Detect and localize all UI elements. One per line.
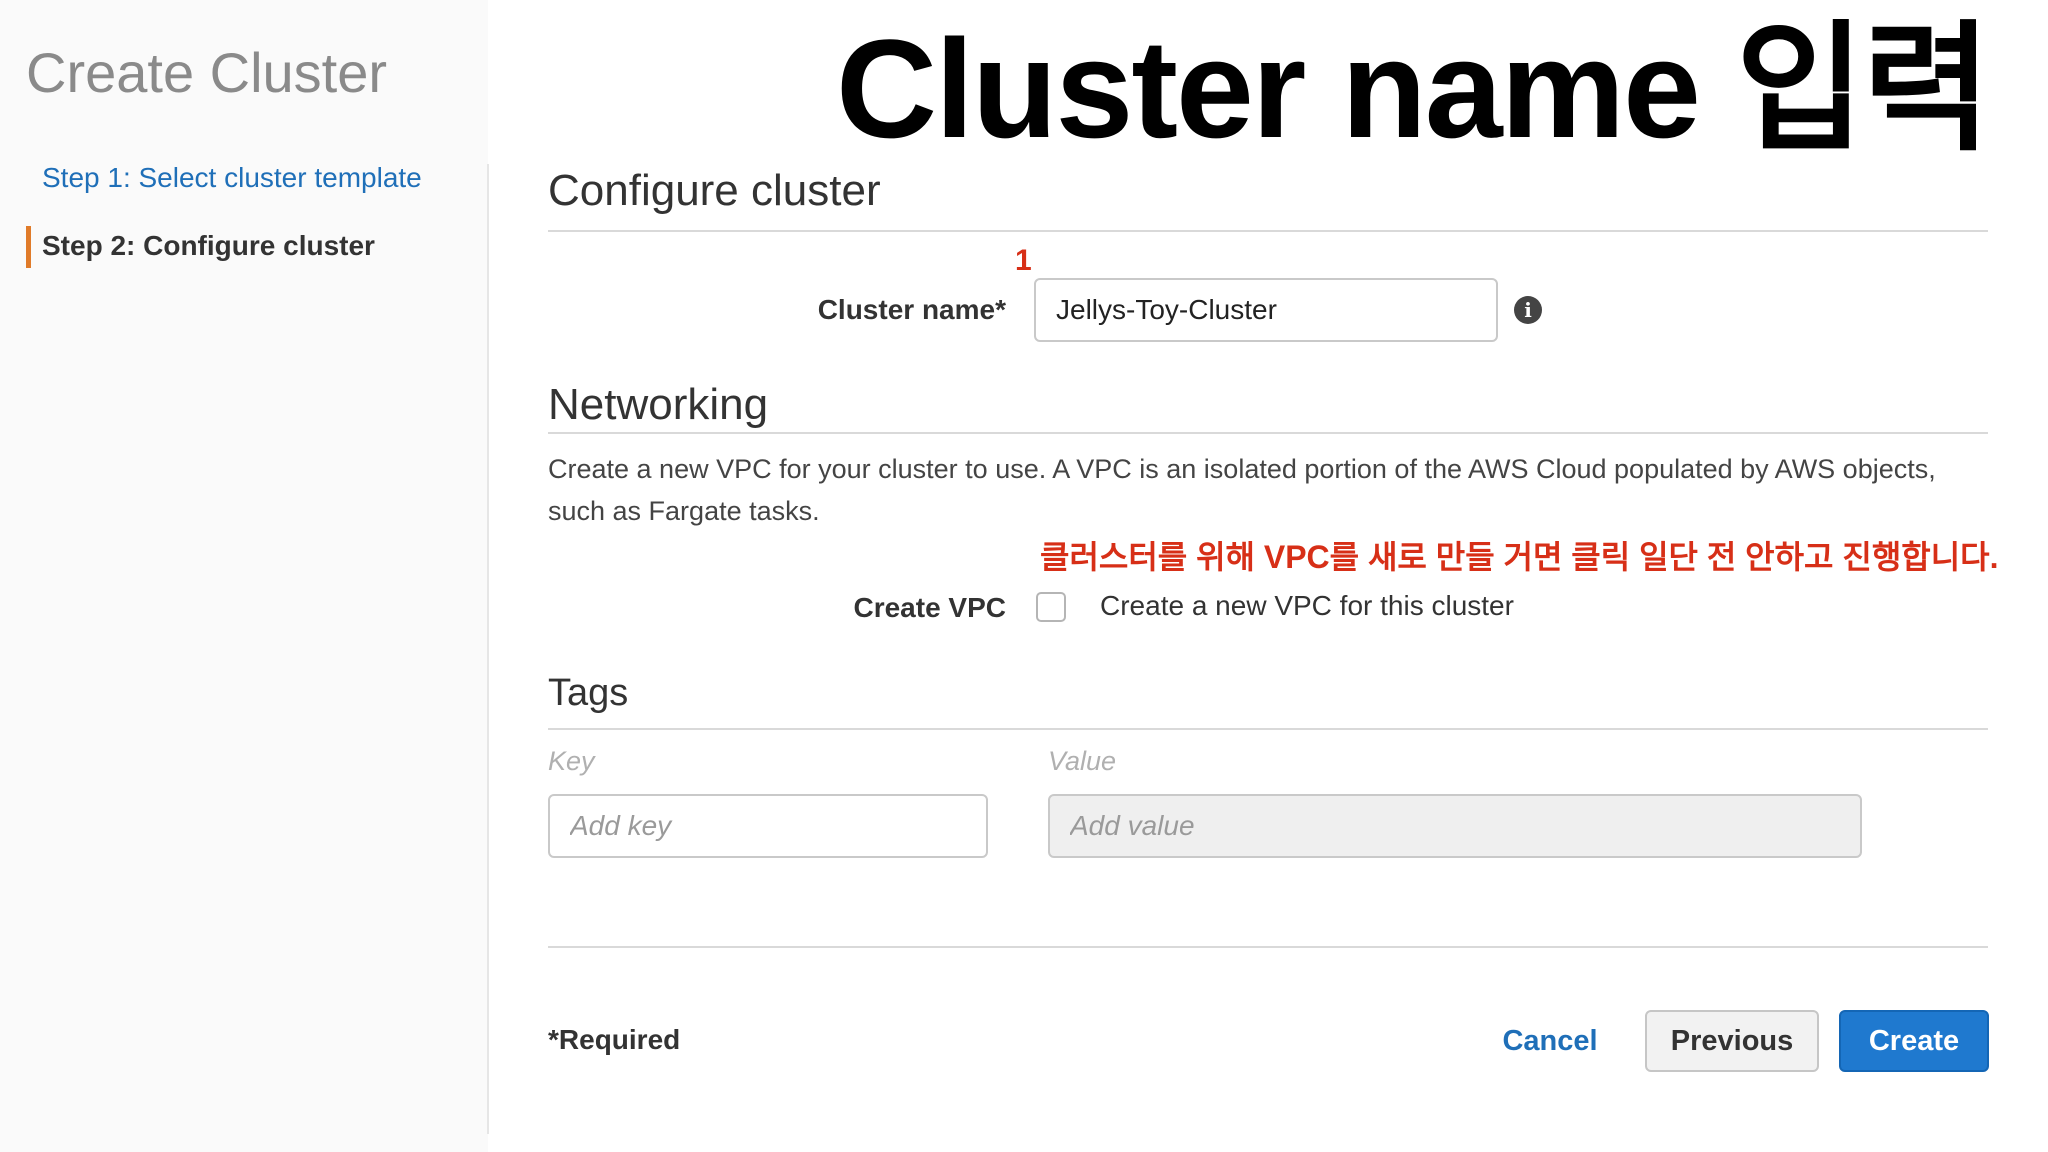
footer-divider: [548, 946, 1988, 948]
tags-heading: Tags: [548, 672, 629, 714]
annotation-number: 1: [1015, 244, 1032, 277]
tags-value-header: Value: [1048, 746, 1117, 776]
networking-description: Create a new VPC for your cluster to use…: [548, 454, 1936, 526]
active-step-marker: [26, 226, 31, 268]
section-divider: [548, 728, 1988, 730]
create-vpc-checkbox[interactable]: [1036, 592, 1066, 622]
annotation-note: 클러스터를 위해 VPC를 새로 만들 거면 클릭 일단 전 안하고 진행합니다…: [1040, 539, 1999, 575]
info-icon[interactable]: i: [1514, 296, 1542, 324]
tags-key-header: Key: [548, 746, 595, 776]
tag-key-input[interactable]: [548, 794, 988, 858]
previous-button[interactable]: Previous: [1645, 1010, 1819, 1072]
sidebar-step-1[interactable]: Step 1: Select cluster template: [42, 162, 422, 194]
sidebar-step-2: Step 2: Configure cluster: [42, 230, 375, 261]
cluster-name-input[interactable]: [1034, 278, 1498, 342]
configure-cluster-heading: Configure cluster: [548, 166, 881, 215]
cluster-name-label: Cluster name*: [817, 294, 1006, 325]
section-divider: [548, 432, 1988, 434]
tag-value-input[interactable]: [1048, 794, 1862, 858]
create-vpc-checkbox-label[interactable]: Create a new VPC for this cluster: [1100, 590, 1514, 622]
create-button[interactable]: Create: [1839, 1010, 1989, 1072]
section-divider: [548, 230, 1988, 232]
page-title: Create Cluster: [26, 41, 388, 104]
sidebar-divider: [487, 164, 489, 1134]
create-vpc-label: Create VPC: [853, 592, 1006, 623]
overlay-caption: Cluster name 입력: [836, 10, 1991, 167]
required-note: *Required: [548, 1024, 681, 1055]
cancel-button[interactable]: Cancel: [1470, 1010, 1630, 1072]
networking-heading: Networking: [548, 380, 769, 429]
